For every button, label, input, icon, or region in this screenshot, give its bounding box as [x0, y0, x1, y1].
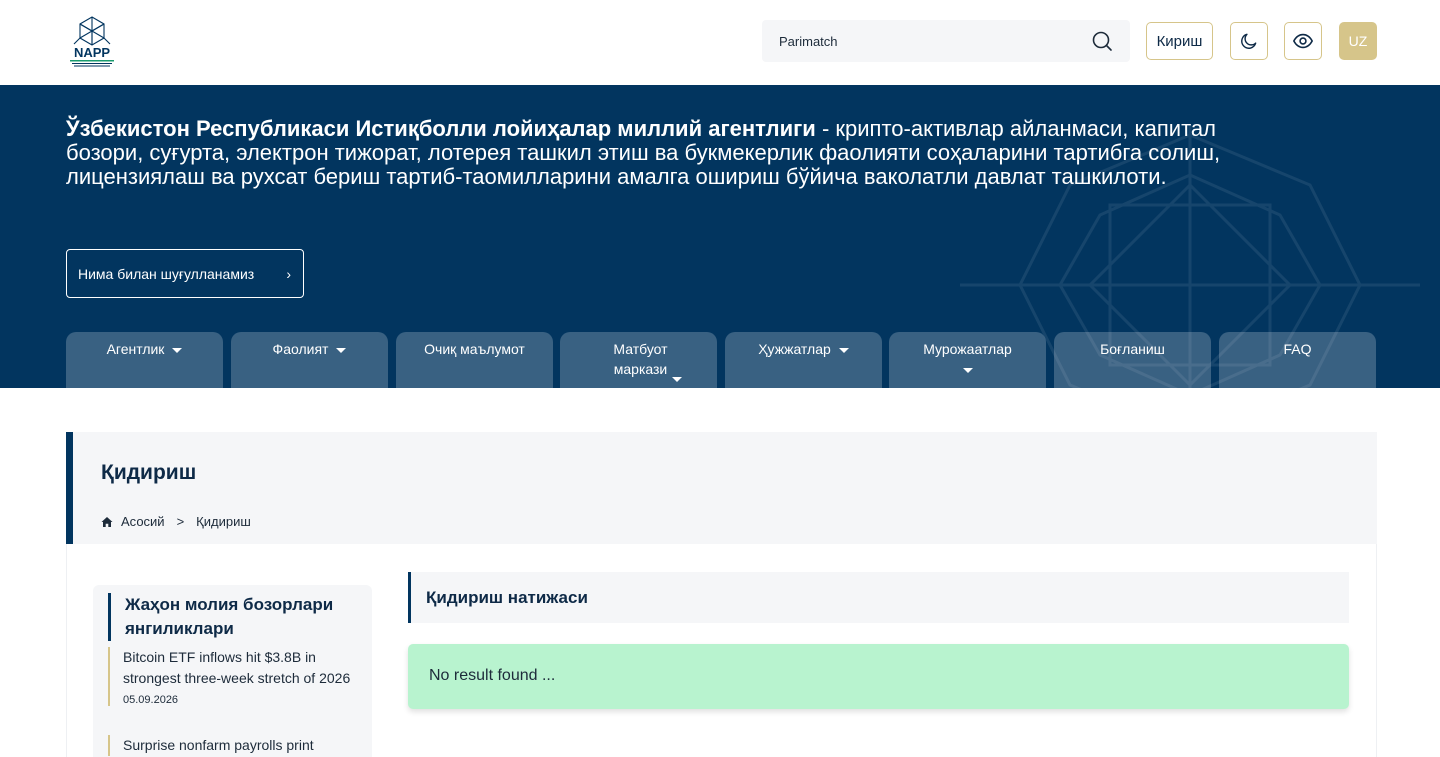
news-item-title[interactable]: Surprise nonfarm payrolls print [123, 735, 358, 756]
news-sidebar-title: Жаҳон молия бозорлари янгиликлари [108, 593, 368, 641]
caret-down-icon [336, 347, 347, 353]
breadcrumb-home-link[interactable]: Асосий [121, 514, 165, 529]
hero-description: Ўзбекистон Республикаси Истиқболли лойиҳ… [66, 117, 1226, 189]
nav-tab-appeals[interactable]: Мурожаатлар [889, 332, 1046, 388]
napp-logo[interactable]: NAPP [64, 14, 120, 70]
nav-tab-contact[interactable]: Боғланиш [1054, 332, 1211, 388]
hero-banner: Ўзбекистон Республикаси Истиқболли лойиҳ… [0, 85, 1440, 388]
hero-title-bold: Ўзбекистон Республикаси Истиқболли лойиҳ… [66, 116, 816, 141]
results-title: Қидириш натижаси [426, 588, 588, 607]
login-button[interactable]: Кириш [1146, 22, 1213, 60]
top-header: NAPP Кириш UZ [0, 0, 1440, 85]
what-we-do-label: Нима билан шуғулланамиз [78, 265, 255, 282]
language-button[interactable]: UZ [1339, 22, 1377, 60]
dark-mode-button[interactable] [1230, 22, 1268, 60]
nav-tab-label: Ҳужжатлар [758, 341, 831, 357]
news-item[interactable]: Surprise nonfarm payrolls print [108, 735, 358, 756]
nav-tab-documents[interactable]: Ҳужжатлар [725, 332, 882, 388]
news-item-date: 05.09.2026 [123, 694, 179, 706]
nav-tab-label: Фаолият [272, 341, 329, 357]
breadcrumb-separator: > [176, 514, 185, 529]
breadcrumb-current: Қидириш [196, 514, 251, 529]
nav-tab-label: Агентлик [106, 341, 165, 357]
results-header: Қидириш натижаси [408, 572, 1349, 623]
page-title: Қидириш [101, 461, 197, 484]
search-input[interactable] [762, 20, 1082, 62]
page-header: Қидириш Асосий > Қидириш [66, 432, 1377, 544]
nav-tab-agency[interactable]: Агентлик [66, 332, 223, 388]
nav-tab-faq[interactable]: FAQ [1219, 332, 1376, 388]
home-icon[interactable] [101, 516, 113, 528]
news-item[interactable]: Bitcoin ETF inflows hit $3.8B in stronge… [108, 647, 358, 706]
nav-tab-label: Мурожаатлар [923, 341, 1012, 357]
nav-tab-label: Матбуот маркази [613, 341, 668, 377]
nav-tab-label: Очиқ маълумот [424, 341, 525, 357]
caret-down-icon [962, 367, 973, 373]
nav-tab-press-center[interactable]: Матбуот маркази [560, 332, 717, 388]
caret-down-icon [838, 347, 849, 353]
search-box [762, 20, 1130, 62]
nav-tab-activity[interactable]: Фаолият [231, 332, 388, 388]
caret-down-icon [172, 347, 183, 353]
caret-down-icon [671, 376, 682, 382]
search-icon[interactable] [1090, 29, 1114, 53]
logo-text: NAPP [74, 45, 110, 60]
nav-tab-open-data[interactable]: Очиқ маълумот [396, 332, 553, 388]
no-result-message: No result found ... [429, 667, 556, 684]
nav-tab-label: Боғланиш [1100, 341, 1165, 357]
what-we-do-button[interactable]: Нима билан шуғулланамиз › [66, 249, 304, 298]
eye-icon [1292, 33, 1314, 49]
news-sidebar: Жаҳон молия бозорлари янгиликлари Bitcoi… [93, 585, 372, 757]
chevron-right-icon: › [286, 266, 291, 282]
no-result-alert: No result found ... [408, 644, 1349, 709]
accessibility-button[interactable] [1284, 22, 1322, 60]
breadcrumb: Асосий > Қидириш [101, 514, 251, 529]
news-item-title[interactable]: Bitcoin ETF inflows hit $3.8B in stronge… [123, 647, 358, 688]
main-nav: Агентлик Фаолият Очиқ маълумот Матбуот м… [66, 332, 1377, 388]
moon-icon [1241, 33, 1257, 49]
nav-tab-label: FAQ [1283, 341, 1312, 357]
napp-logo-icon: NAPP [70, 16, 114, 67]
